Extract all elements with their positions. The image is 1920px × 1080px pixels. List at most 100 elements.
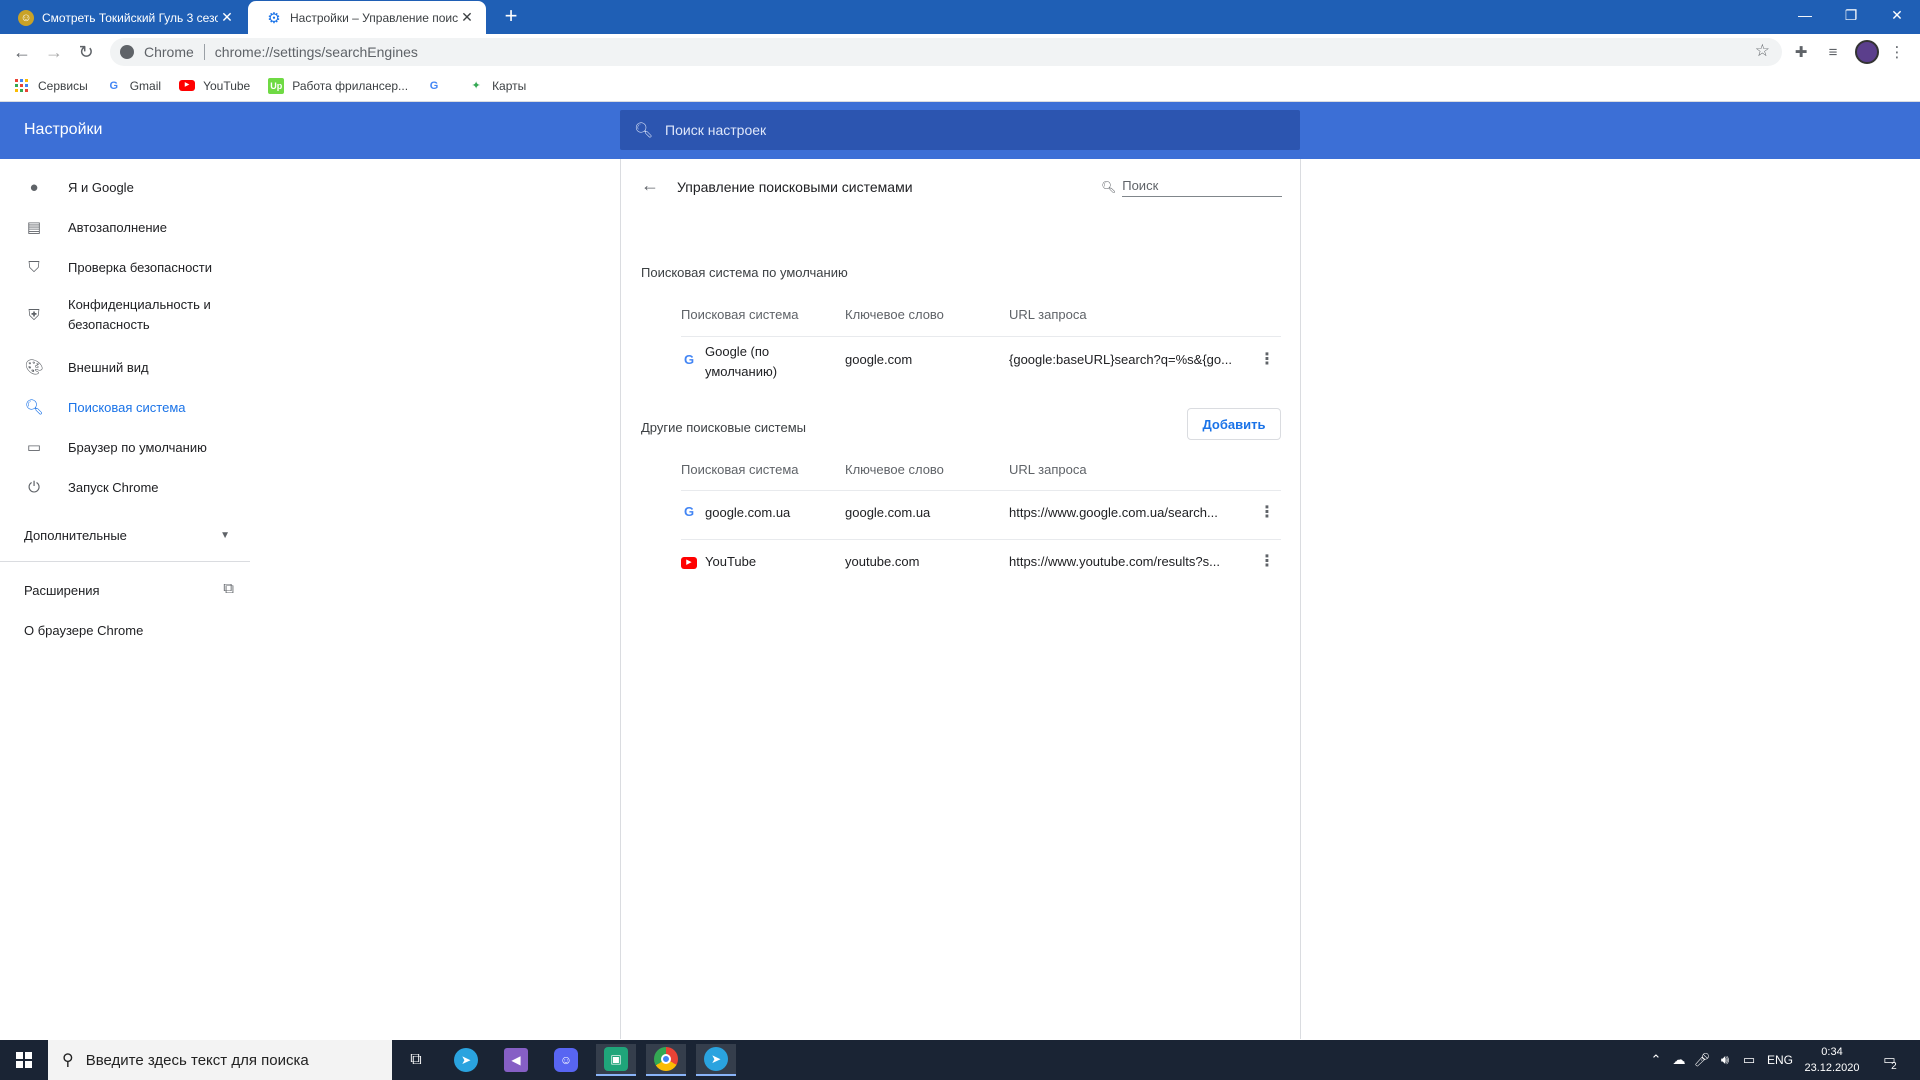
column-header-url: URL запроса bbox=[1009, 462, 1087, 477]
column-header-engine: Поисковая система bbox=[681, 307, 799, 322]
engine-filter-input[interactable] bbox=[1122, 177, 1283, 197]
language-indicator[interactable]: ENG bbox=[1762, 1040, 1798, 1080]
clock-date: 23.12.2020 bbox=[1804, 1062, 1860, 1074]
sidebar-item-search-engine[interactable]: 🔍︎ Поисковая система bbox=[0, 395, 250, 419]
minimize-button[interactable]: — bbox=[1782, 0, 1828, 30]
reload-button[interactable]: ↻ bbox=[72, 38, 100, 66]
start-button[interactable] bbox=[0, 1040, 48, 1080]
browser-icon: ▭ bbox=[26, 439, 42, 456]
microphone-icon[interactable]: 🎤︎ bbox=[1692, 1040, 1712, 1080]
sidebar-item-on-startup[interactable]: ⏻ Запуск Chrome bbox=[0, 475, 250, 499]
bookmark-maps[interactable]: ✦ Карты bbox=[468, 78, 526, 94]
taskbar-visual-studio[interactable]: ◀ bbox=[496, 1044, 536, 1076]
gear-icon: ⚙ bbox=[267, 9, 281, 27]
tab-title: Настройки – Управление поисковыми систем… bbox=[290, 10, 458, 25]
forward-button[interactable]: → bbox=[40, 38, 68, 66]
action-center-button[interactable]: ▭ 2 bbox=[1874, 1040, 1914, 1080]
youtube-icon: ▶ bbox=[179, 78, 196, 94]
sidebar-extensions-link[interactable]: Расширения ⧉ bbox=[24, 580, 234, 598]
discord-icon: ☺ bbox=[554, 1048, 578, 1072]
sidebar-item-label: Браузер по умолчанию bbox=[68, 439, 207, 455]
menu-dots-icon[interactable]: ⋮ bbox=[1886, 42, 1908, 64]
maps-icon: ✦ bbox=[471, 80, 481, 92]
taskbar-chrome[interactable] bbox=[646, 1044, 686, 1076]
bookmark-label: Сервисы bbox=[38, 78, 88, 93]
back-button[interactable]: ← bbox=[8, 38, 36, 66]
tab-settings[interactable]: ⚙ Настройки – Управление поисковыми сист… bbox=[248, 1, 486, 34]
sidebar-item-autofill[interactable]: ▤ Автозаполнение bbox=[0, 215, 250, 239]
engine-keyword: google.com bbox=[845, 352, 913, 367]
sidebar-item-label: Поисковая система bbox=[68, 399, 186, 415]
google-icon: G bbox=[429, 79, 439, 92]
sidebar-advanced-toggle[interactable]: Дополнительные ▼ bbox=[0, 523, 230, 547]
taskbar-game-app[interactable]: ▣ bbox=[596, 1044, 636, 1076]
media-controls-icon[interactable]: ≡ bbox=[1822, 42, 1844, 64]
volume-icon[interactable]: 🔊︎ bbox=[1714, 1040, 1736, 1080]
browser-toolbar: ← → ↻ Chrome chrome://settings/searchEng… bbox=[0, 34, 1920, 70]
taskbar-search-box[interactable]: ⚲ Введите здесь текст для поиска bbox=[48, 1040, 392, 1080]
close-icon[interactable]: ✕ bbox=[218, 9, 236, 26]
sidebar-item-safety-check[interactable]: ⛉ Проверка безопасности bbox=[0, 255, 250, 279]
task-view-button[interactable]: ⧉ bbox=[396, 1044, 436, 1076]
new-tab-button[interactable]: + bbox=[498, 4, 524, 30]
clipboard-icon: ▤ bbox=[26, 219, 42, 236]
star-icon[interactable]: ☆ bbox=[1755, 41, 1770, 61]
sidebar-item-label: Проверка безопасности bbox=[68, 259, 213, 275]
taskbar-telegram[interactable]: ➤ bbox=[446, 1044, 486, 1076]
other-engines-heading: Другие поисковые системы bbox=[641, 420, 807, 435]
bookmark-upwork[interactable]: Up Работа фрилансер... bbox=[268, 77, 408, 94]
more-actions-icon[interactable]: ⋮ bbox=[1255, 550, 1279, 574]
extensions-puzzle-icon[interactable]: ✚ bbox=[1790, 42, 1812, 64]
engine-filter-box[interactable]: 🔍︎ bbox=[1101, 175, 1283, 199]
bookmarks-bar: Сервисы G Gmail ▶ YouTube Up Работа фрил… bbox=[0, 70, 1920, 102]
onedrive-cloud-icon[interactable]: ☁ bbox=[1668, 1040, 1690, 1080]
close-icon[interactable]: ✕ bbox=[458, 9, 476, 26]
taskbar-telegram-2[interactable]: ➤ bbox=[696, 1044, 736, 1076]
bookmark-google[interactable]: G bbox=[426, 78, 450, 94]
sidebar-item-you-and-google[interactable]: ● Я и Google bbox=[0, 175, 250, 199]
windows-logo-icon bbox=[16, 1052, 32, 1068]
bookmark-gmail[interactable]: G Gmail bbox=[106, 78, 161, 94]
address-bar[interactable]: Chrome chrome://settings/searchEngines ☆ bbox=[110, 38, 1782, 66]
engine-keyword: google.com.ua bbox=[845, 505, 931, 520]
google-icon: G bbox=[109, 79, 118, 92]
sidebar-item-appearance[interactable]: 🎨︎ Внешний вид bbox=[0, 355, 250, 379]
system-clock[interactable]: 0:34 23.12.2020 bbox=[1800, 1044, 1864, 1076]
column-header-engine: Поисковая система bbox=[681, 462, 799, 477]
search-icon: 🔍︎ bbox=[24, 399, 44, 416]
bookmark-services[interactable]: Сервисы bbox=[14, 78, 88, 94]
engine-url: https://www.google.com.ua/search... bbox=[1009, 505, 1218, 520]
sidebar-about-label: О браузере Chrome bbox=[24, 623, 144, 638]
settings-search-box[interactable]: 🔍︎ bbox=[620, 110, 1300, 150]
more-actions-icon[interactable]: ⋮ bbox=[1255, 348, 1279, 372]
add-engine-button[interactable]: Добавить bbox=[1187, 408, 1281, 440]
default-engines-heading: Поисковая система по умолчанию bbox=[641, 265, 848, 280]
shield-icon: ⛨ bbox=[28, 306, 40, 324]
network-icon[interactable]: ▭ bbox=[1738, 1040, 1760, 1080]
sidebar-extensions-label: Расширения bbox=[24, 583, 100, 598]
back-arrow-icon[interactable]: ← bbox=[641, 175, 659, 196]
bookmark-label: YouTube bbox=[203, 78, 251, 93]
settings-search-input[interactable] bbox=[665, 122, 1266, 138]
taskbar-discord[interactable]: ☺ bbox=[546, 1044, 586, 1076]
shield-check-icon: ⛉ bbox=[28, 258, 40, 276]
sidebar-item-label: Я и Google bbox=[68, 179, 134, 195]
close-window-button[interactable]: ✕ bbox=[1874, 0, 1920, 30]
more-actions-icon[interactable]: ⋮ bbox=[1255, 501, 1279, 525]
bookmark-label: Карты bbox=[492, 78, 527, 93]
settings-header: Настройки 🔍︎ bbox=[0, 102, 1920, 159]
google-icon: G bbox=[683, 352, 695, 367]
address-url[interactable]: chrome://settings/searchEngines bbox=[205, 44, 418, 60]
sidebar-item-privacy[interactable]: ⛨ Конфиденциальность и безопасность bbox=[0, 295, 250, 335]
sidebar-item-default-browser[interactable]: ▭ Браузер по умолчанию bbox=[0, 435, 250, 459]
profile-avatar[interactable] bbox=[1855, 40, 1879, 64]
show-hidden-icons-chevron[interactable]: ⌃ bbox=[1646, 1040, 1666, 1080]
settings-title: Настройки bbox=[24, 121, 103, 138]
apps-grid-icon bbox=[14, 78, 30, 94]
visual-studio-icon: ◀ bbox=[504, 1048, 528, 1072]
chrome-site-icon bbox=[120, 45, 134, 59]
sidebar-about-chrome[interactable]: О браузере Chrome bbox=[24, 623, 143, 638]
tab-anime[interactable]: ☺ Смотреть Токийский Гуль 3 сезон ✕ bbox=[0, 1, 246, 34]
restore-button[interactable]: ❐ bbox=[1828, 0, 1874, 30]
bookmark-youtube[interactable]: ▶ YouTube bbox=[179, 78, 250, 94]
